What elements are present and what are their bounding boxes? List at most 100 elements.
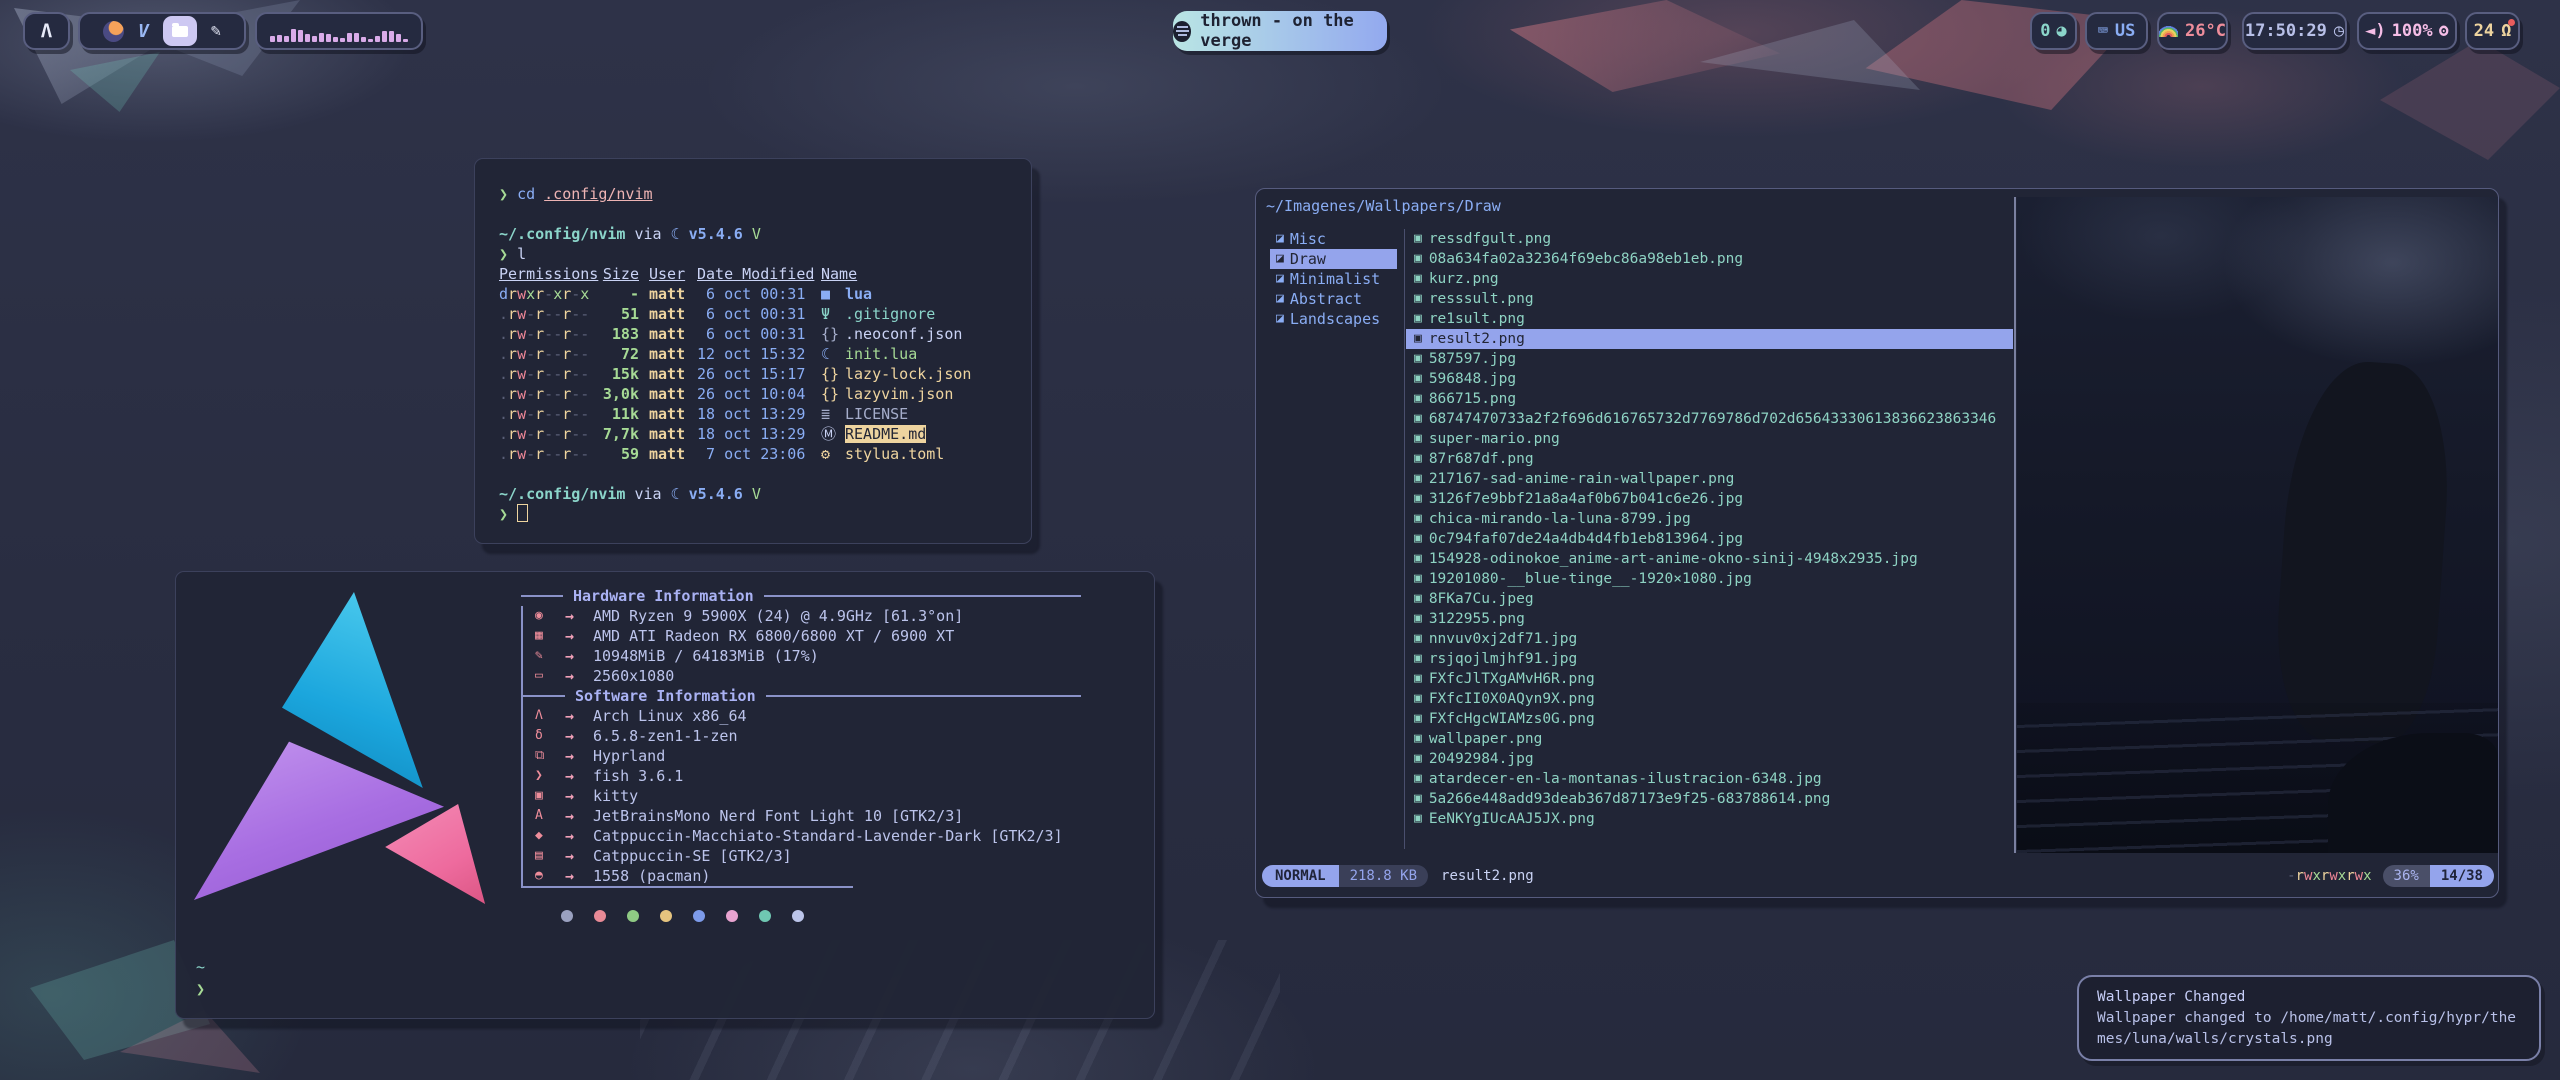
file-list-item[interactable]: ▣154928-odinokoe_anime-art-anime-okno-si… bbox=[1406, 549, 2013, 569]
arrow-icon: → bbox=[565, 806, 593, 826]
file-list-item[interactable]: ▣EeNKYgIUcAAJ5JX.png bbox=[1406, 809, 2013, 829]
visualizer-bar bbox=[319, 33, 324, 42]
sidebar-directory-item[interactable]: ◪Draw bbox=[1270, 249, 1397, 269]
file-list-item[interactable]: ▣re1sult.png bbox=[1406, 309, 2013, 329]
file-list-item[interactable]: ▣wallpaper.png bbox=[1406, 729, 2013, 749]
file-list-item[interactable]: ▣0c794faf07de24a4db4d4fb1eb813964.jpg bbox=[1406, 529, 2013, 549]
hardware-icon: ◉ bbox=[535, 606, 565, 626]
terminal-input-line[interactable]: ❯ bbox=[499, 504, 1017, 524]
sidebar-directory-item[interactable]: ◪Minimalist bbox=[1256, 269, 1401, 289]
command-arg: .config/nvim bbox=[544, 185, 652, 203]
visualizer-bar bbox=[389, 31, 394, 42]
visualizer-bar bbox=[361, 37, 366, 42]
image-file-icon: ▣ bbox=[1414, 549, 1422, 569]
software-icon: A bbox=[535, 806, 565, 826]
visualizer-bar bbox=[277, 35, 282, 42]
file-type-icon: ■ bbox=[821, 284, 845, 304]
file-manager-active-chip[interactable] bbox=[163, 16, 197, 46]
file-list-item[interactable]: ▣19201080-__blue-tinge__-1920×1080.jpg bbox=[1406, 569, 2013, 589]
arrow-icon: → bbox=[565, 746, 593, 766]
file-name: .neoconf.json bbox=[845, 325, 962, 343]
ls-row: .rw-r--r--51matt 6 oct 00:31Ψ.gitignore bbox=[499, 304, 1017, 324]
ls-row: drwxr-xr-x-matt 6 oct 00:31■lua bbox=[499, 284, 1017, 304]
weather-module[interactable]: 26°C bbox=[2157, 12, 2228, 50]
image-file-icon: ▣ bbox=[1414, 469, 1422, 489]
file-list-item[interactable]: ▣217167-sad-anime-rain-wallpaper.png bbox=[1406, 469, 2013, 489]
volume-level: 100% bbox=[2392, 21, 2433, 41]
wallpaper-shard bbox=[120, 1010, 260, 1080]
file-type-icon: Ⓜ bbox=[821, 424, 845, 444]
file-list-item[interactable]: ▣87r687df.png bbox=[1406, 449, 2013, 469]
file-owner: matt bbox=[649, 404, 687, 424]
software-icon: ⧉ bbox=[535, 746, 565, 766]
file-list-item[interactable]: ▣08a634fa02a32364f69ebc86a98eb1eb.png bbox=[1406, 249, 2013, 269]
software-icon: δ bbox=[535, 726, 565, 746]
file-list-item[interactable]: ▣atardecer-en-la-montanas-ilustracion-63… bbox=[1406, 769, 2013, 789]
neovim-icon[interactable]: V bbox=[138, 21, 149, 42]
image-file-icon: ▣ bbox=[1414, 769, 1422, 789]
file-list-item[interactable]: ▣nnvuv0xj2df71.jpg bbox=[1406, 629, 2013, 649]
notification-bell[interactable]: Ω bbox=[2501, 21, 2511, 41]
image-file-icon: ▣ bbox=[1414, 389, 1422, 409]
file-list-item[interactable]: ▣596848.jpg bbox=[1406, 369, 2013, 389]
updates-module[interactable]: 0 ◕ bbox=[2030, 12, 2077, 50]
visualizer-bar bbox=[326, 34, 331, 42]
file-list-item[interactable]: ▣68747470733a2f2f696d616765732d7769786d7… bbox=[1406, 409, 2013, 429]
arrow-icon: → bbox=[565, 846, 593, 866]
file-list-item[interactable]: ▣FXfcII0X0AQyn9X.png bbox=[1406, 689, 2013, 709]
now-playing-widget[interactable]: thrown - on the verge bbox=[1173, 11, 1387, 51]
file-date: 26 oct 15:17 bbox=[697, 364, 815, 384]
software-value: Arch Linux x86_64 bbox=[593, 706, 747, 726]
file-name: 5a266e448add93deab367d87173e9f25-6837886… bbox=[1429, 789, 1831, 809]
visualizer-bar bbox=[291, 29, 296, 42]
ls-row: .rw-r--r--72matt12 oct 15:32☾init.lua bbox=[499, 344, 1017, 364]
updates-count: 0 bbox=[2040, 21, 2050, 41]
sidebar-directory-item[interactable]: ◪Abstract bbox=[1256, 289, 1401, 309]
software-value: Catppuccin-Macchiato-Standard-Lavender-D… bbox=[593, 826, 1063, 846]
file-type-icon: ☾ bbox=[821, 344, 845, 364]
file-list-item[interactable]: ▣866715.png bbox=[1406, 389, 2013, 409]
file-name: FXfcHgcWIAMzs0G.png bbox=[1429, 709, 1595, 729]
microphone-icon: ʘ bbox=[2439, 21, 2449, 41]
firefox-icon[interactable] bbox=[103, 21, 124, 42]
notification-popup[interactable]: Wallpaper Changed Wallpaper changed to /… bbox=[2077, 975, 2541, 1061]
file-list-item[interactable]: ▣587597.jpg bbox=[1406, 349, 2013, 369]
file-type-icon: {} bbox=[821, 324, 845, 344]
image-file-icon: ▣ bbox=[1414, 789, 1422, 809]
paintbrush-icon[interactable]: ✎ bbox=[211, 21, 221, 41]
calendar-module[interactable]: 24 Ω bbox=[2465, 12, 2520, 50]
file-list-item[interactable]: ▣chica-mirando-la-luna-8799.jpg bbox=[1406, 509, 2013, 529]
terminal-cursor bbox=[517, 504, 528, 522]
ls-row: .rw-r--r--183matt 6 oct 00:31{}.neoconf.… bbox=[499, 324, 1017, 344]
app-launcher-button[interactable]: Λ bbox=[23, 12, 70, 50]
file-list-item[interactable]: ▣kurz.png bbox=[1406, 269, 2013, 289]
file-list-item[interactable]: ▣result2.png bbox=[1406, 329, 2013, 349]
file-name: README.md bbox=[845, 425, 926, 443]
file-list-item[interactable]: ▣3126f7e9bbf21a8a4af0b67b041c6e26.jpg bbox=[1406, 489, 2013, 509]
file-list-item[interactable]: ▣ressdfgult.png bbox=[1406, 229, 2013, 249]
fetch-prompt[interactable]: ~ ❯ bbox=[196, 956, 205, 1000]
software-value: Hyprland bbox=[593, 746, 665, 766]
file-list-item[interactable]: ▣FXfcHgcWIAMzs0G.png bbox=[1406, 709, 2013, 729]
visualizer-bar bbox=[354, 33, 359, 42]
directory-name: Abstract bbox=[1290, 289, 1362, 309]
lua-version: v5.4.6 bbox=[689, 225, 743, 243]
file-permissions: drwxr-xr-x bbox=[499, 284, 599, 304]
file-name: resssult.png bbox=[1429, 289, 1534, 309]
keyboard-layout-module[interactable]: ⌨ US bbox=[2085, 12, 2148, 50]
file-list-item[interactable]: ▣FXfcJlTXgAMvH6R.png bbox=[1406, 669, 2013, 689]
sidebar-directory-item[interactable]: ◪Landscapes bbox=[1256, 309, 1401, 329]
volume-module[interactable]: ◄) 100% ʘ bbox=[2357, 12, 2457, 50]
file-list-item[interactable]: ▣super-mario.png bbox=[1406, 429, 2013, 449]
file-list-item[interactable]: ▣3122955.png bbox=[1406, 609, 2013, 629]
sidebar-directory-item[interactable]: ◪Misc bbox=[1256, 229, 1401, 249]
file-list-item[interactable]: ▣resssult.png bbox=[1406, 289, 2013, 309]
file-list-item[interactable]: ▣20492984.jpg bbox=[1406, 749, 2013, 769]
prompt-context-line: ~/.config/nvim via ☾ v5.4.6 V bbox=[499, 224, 1017, 244]
file-list-item[interactable]: ▣ 5a266e448add93deab367d87173e9f25-683788… bbox=[1406, 789, 2013, 809]
ls-row: .rw-r--r--3,0kmatt26 oct 10:04{}lazyvim.… bbox=[499, 384, 1017, 404]
file-list-item[interactable]: ▣rsjqojlmjhf91.jpg bbox=[1406, 649, 2013, 669]
clock-module[interactable]: 17:50:29 ◷ bbox=[2242, 12, 2347, 50]
file-list-item[interactable]: ▣8FKa7Cu.jpeg bbox=[1406, 589, 2013, 609]
visualizer-bar bbox=[312, 36, 317, 42]
